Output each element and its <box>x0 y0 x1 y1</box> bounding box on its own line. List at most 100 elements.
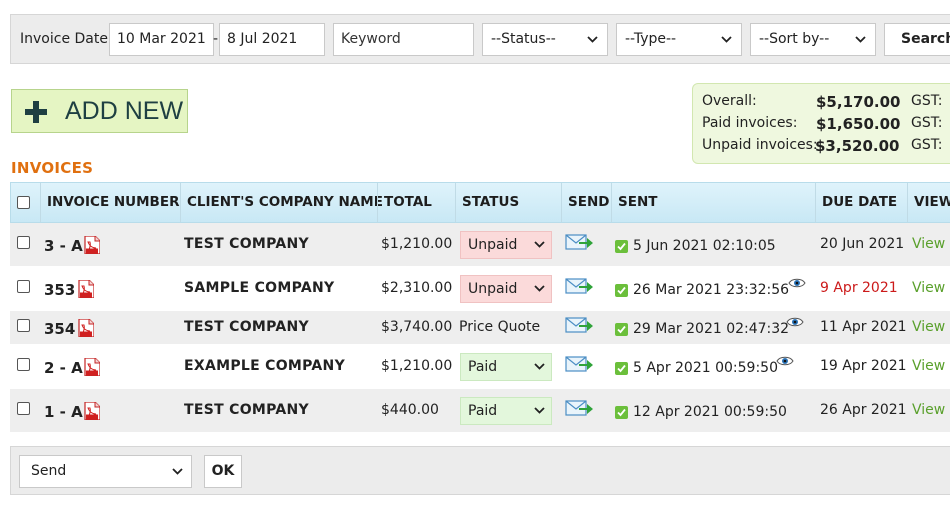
sent-timestamp: 29 Mar 2021 02:47:32 <box>633 321 790 337</box>
col-company[interactable]: CLIENT'S COMPANY NAME <box>180 183 383 222</box>
status-filter-value: --Status-- <box>491 31 556 47</box>
col-invoice-number[interactable]: INVOICE NUMBER <box>40 183 180 222</box>
chevron-down-icon <box>172 456 183 475</box>
table-row: 353 SAMPLE COMPANY $2,310.00 Unpaid 26 Mar 2… <box>10 267 950 311</box>
eye-icon[interactable] <box>786 316 804 332</box>
send-mail-icon[interactable] <box>565 399 593 421</box>
overall-label: Overall: <box>702 93 757 109</box>
type-filter-value: --Type-- <box>625 31 677 47</box>
sort-by-value: --Sort by-- <box>759 31 830 47</box>
invoice-number[interactable]: 2 - A <box>44 359 83 377</box>
status-select[interactable]: Unpaid <box>460 231 552 259</box>
sent-timestamp: 5 Apr 2021 00:59:50 <box>633 360 778 376</box>
client-company: SAMPLE COMPANY <box>184 280 335 296</box>
pdf-icon[interactable] <box>84 235 101 255</box>
invoice-number[interactable]: 353 <box>44 281 75 299</box>
gst-label: GST: <box>911 93 943 109</box>
pdf-icon[interactable] <box>78 318 95 338</box>
search-button[interactable]: Search <box>884 23 950 56</box>
gst-label: GST: <box>911 115 943 131</box>
col-sent[interactable]: SENT <box>611 183 815 222</box>
add-new-label: ADD NEW <box>65 97 184 125</box>
eye-icon[interactable] <box>776 355 794 371</box>
select-all-checkbox[interactable] <box>17 196 30 209</box>
gst-label: GST: <box>911 137 943 153</box>
bulk-action-value: Send <box>31 463 67 479</box>
invoices-heading: INVOICES <box>11 159 94 177</box>
col-total[interactable]: TOTAL <box>377 183 455 222</box>
bulk-action-select[interactable]: Send <box>19 455 192 488</box>
col-send: SEND <box>561 183 611 222</box>
check-icon <box>615 323 628 340</box>
row-checkbox[interactable] <box>17 236 30 249</box>
col-status[interactable]: STATUS <box>455 183 561 222</box>
paid-amount: $1,650.00 <box>816 115 901 133</box>
check-icon <box>615 284 628 301</box>
send-mail-icon[interactable] <box>565 277 593 299</box>
check-icon <box>615 240 628 257</box>
chevron-down-icon <box>534 398 545 414</box>
invoice-number[interactable]: 1 - A <box>44 403 83 421</box>
status-select[interactable]: Paid <box>460 353 552 381</box>
table-row: 2 - A EXAMPLE COMPANY $1,210.00 Paid 5 Apr 2… <box>10 345 950 389</box>
ok-button[interactable]: OK <box>204 455 242 488</box>
date-to-input[interactable]: 8 Jul 2021 <box>219 23 325 56</box>
view-link[interactable]: View <box>912 236 945 252</box>
paid-label: Paid invoices: <box>702 115 798 131</box>
invoice-total: $1,210.00 <box>381 358 453 374</box>
date-from-input[interactable]: 10 Mar 2021 <box>109 23 214 56</box>
chevron-down-icon <box>534 232 545 248</box>
pdf-icon[interactable] <box>78 279 95 299</box>
view-link[interactable]: View <box>912 402 945 418</box>
send-mail-icon[interactable] <box>565 355 593 377</box>
status-text: Price Quote <box>459 319 541 335</box>
unpaid-label: Unpaid invoices: <box>702 137 818 153</box>
invoice-total: $3,740.00 <box>381 319 453 335</box>
view-link[interactable]: View <box>912 319 945 335</box>
chevron-down-icon <box>534 276 545 292</box>
pdf-icon[interactable] <box>84 357 101 377</box>
view-link[interactable]: View <box>912 280 945 296</box>
col-due-date[interactable]: DUE DATE <box>815 183 907 222</box>
invoice-total: $2,310.00 <box>381 280 453 296</box>
plus-icon <box>25 101 47 127</box>
bulk-action-bar: Send OK <box>10 446 950 495</box>
status-select[interactable]: Paid <box>460 397 552 425</box>
select-all-cell <box>11 183 40 222</box>
status-filter-select[interactable]: --Status-- <box>482 23 608 56</box>
keyword-input[interactable]: Keyword <box>333 23 474 56</box>
add-new-button[interactable]: ADD NEW <box>11 89 188 133</box>
invoice-total: $1,210.00 <box>381 236 453 252</box>
col-view: VIEW <box>907 183 950 222</box>
invoice-number[interactable]: 354 <box>44 320 75 338</box>
totals-summary: Overall: $5,170.00 GST: Paid invoices: $… <box>692 83 950 164</box>
invoices-table: INVOICE NUMBER CLIENT'S COMPANY NAME TOT… <box>10 182 950 433</box>
table-body: 3 - A TEST COMPANY $1,210.00 Unpaid 5 Jun 20… <box>10 223 950 433</box>
invoice-total: $440.00 <box>381 402 439 418</box>
sent-timestamp: 12 Apr 2021 00:59:50 <box>633 404 787 420</box>
client-company: TEST COMPANY <box>184 319 309 335</box>
status-select[interactable]: Unpaid <box>460 275 552 303</box>
row-checkbox[interactable] <box>17 402 30 415</box>
row-checkbox[interactable] <box>17 319 30 332</box>
chevron-down-icon <box>721 24 732 43</box>
pdf-icon[interactable] <box>84 401 101 421</box>
send-mail-icon[interactable] <box>565 316 593 338</box>
filter-bar: Invoice Date: 10 Mar 2021 - 8 Jul 2021 K… <box>10 14 950 64</box>
send-mail-icon[interactable] <box>565 233 593 255</box>
view-link[interactable]: View <box>912 358 945 374</box>
due-date: 19 Apr 2021 <box>820 358 907 374</box>
type-filter-select[interactable]: --Type-- <box>616 23 742 56</box>
client-company: EXAMPLE COMPANY <box>184 358 346 374</box>
sent-timestamp: 26 Mar 2021 23:32:56 <box>633 282 790 298</box>
check-icon <box>615 362 628 379</box>
row-checkbox[interactable] <box>17 280 30 293</box>
eye-icon[interactable] <box>788 277 806 293</box>
row-checkbox[interactable] <box>17 358 30 371</box>
paid-total-row: Paid invoices: $1,650.00 GST: <box>702 115 950 135</box>
table-row: 3 - A TEST COMPANY $1,210.00 Unpaid 5 Jun 20… <box>10 223 950 267</box>
table-row: 354 TEST COMPANY $3,740.00 Price Quote 29 Ma… <box>10 311 950 345</box>
sort-by-select[interactable]: --Sort by-- <box>750 23 876 56</box>
check-icon <box>615 406 628 423</box>
invoice-number[interactable]: 3 - A <box>44 237 83 255</box>
